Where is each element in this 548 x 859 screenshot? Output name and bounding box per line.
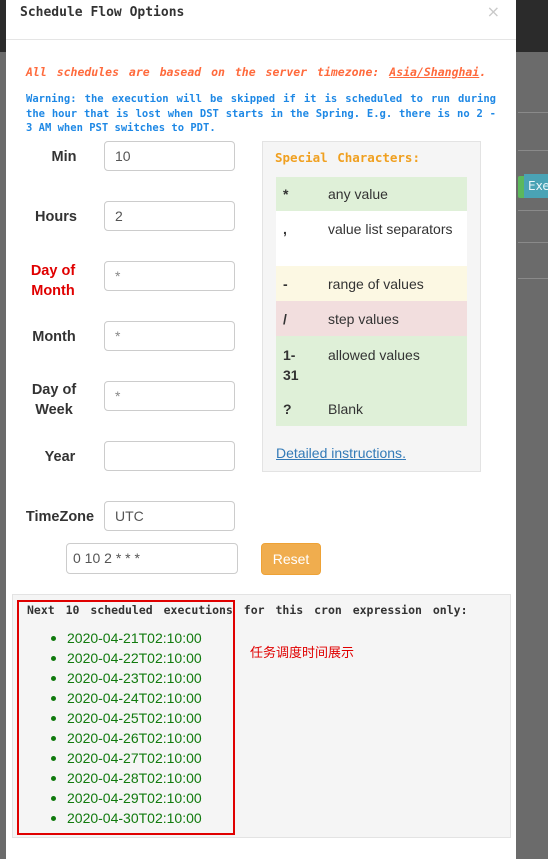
background-divider [518,210,548,211]
special-char-symbol: - [283,276,288,292]
modal-header: Schedule Flow Options × [6,0,516,40]
background-divider [518,242,548,243]
detailed-instructions-text[interactable]: Detailed instructions [276,445,402,461]
timezone-note-prefix: All schedules are basead on the server t… [26,65,390,79]
day-of-month-input[interactable]: * [104,261,235,291]
min-label: Min [51,149,77,165]
month-input[interactable]: * [104,321,235,351]
modal-title: Schedule Flow Options [20,5,185,20]
special-char-row: 1-31 allowed values [276,336,467,391]
year-label: Year [44,449,76,465]
special-char-row: - range of values [276,266,467,301]
timezone-input[interactable]: UTC [104,501,235,531]
special-char-desc: allowed values [328,347,420,363]
close-icon[interactable]: × [487,2,500,21]
special-char-symbol: * [283,186,289,202]
background-divider [518,112,548,113]
background-divider [518,278,548,279]
special-char-symbol: , [283,221,287,237]
detailed-instructions-link[interactable]: Detailed instructions. [276,445,406,461]
special-char-row: ? Blank [276,391,467,426]
annotation-text: 任务调度时间展示 [250,646,355,661]
hours-label: Hours [35,209,77,225]
cron-expression-input[interactable]: 0 10 2 * * * [66,543,238,574]
background-execute-button: Exe [524,174,548,198]
special-char-row: , value list separators [276,211,467,266]
highlight-box [17,600,235,835]
background-divider [518,150,548,151]
special-char-symbol: 1-31 [283,347,299,383]
special-char-row: / step values [276,301,467,336]
day-of-month-label: Day of Month [30,263,76,299]
special-char-desc: step values [328,311,399,327]
schedule-flow-modal: Schedule Flow Options × All schedules ar… [6,0,516,859]
special-char-desc: Blank [328,401,364,417]
timezone-note: All schedules are basead on the server t… [26,65,506,79]
special-characters-title: Special Characters: [275,150,420,165]
timezone-label: TimeZone [25,509,95,525]
special-char-symbol: / [283,311,287,327]
special-char-row: * any value [276,177,467,211]
detailed-instructions-suffix: . [402,445,406,461]
dst-warning: Warning: the execution will be skipped i… [26,93,496,134]
day-of-week-input[interactable]: * [104,381,235,411]
month-label: Month [32,329,76,345]
special-char-desc: any value [328,186,388,202]
min-input[interactable]: 10 [104,141,235,171]
special-char-desc: range of values [328,276,424,292]
day-of-week-label: Day of Week [31,382,77,418]
special-characters-panel: Special Characters: * any value , value … [262,141,481,472]
special-char-symbol: ? [283,401,292,417]
timezone-note-suffix: . [479,65,487,79]
hours-input[interactable]: 2 [104,201,235,231]
year-input[interactable] [104,441,235,471]
special-char-desc: value list separators [328,221,453,237]
reset-button[interactable]: Reset [261,543,321,575]
server-timezone: Asia/Shanghai [389,65,480,79]
